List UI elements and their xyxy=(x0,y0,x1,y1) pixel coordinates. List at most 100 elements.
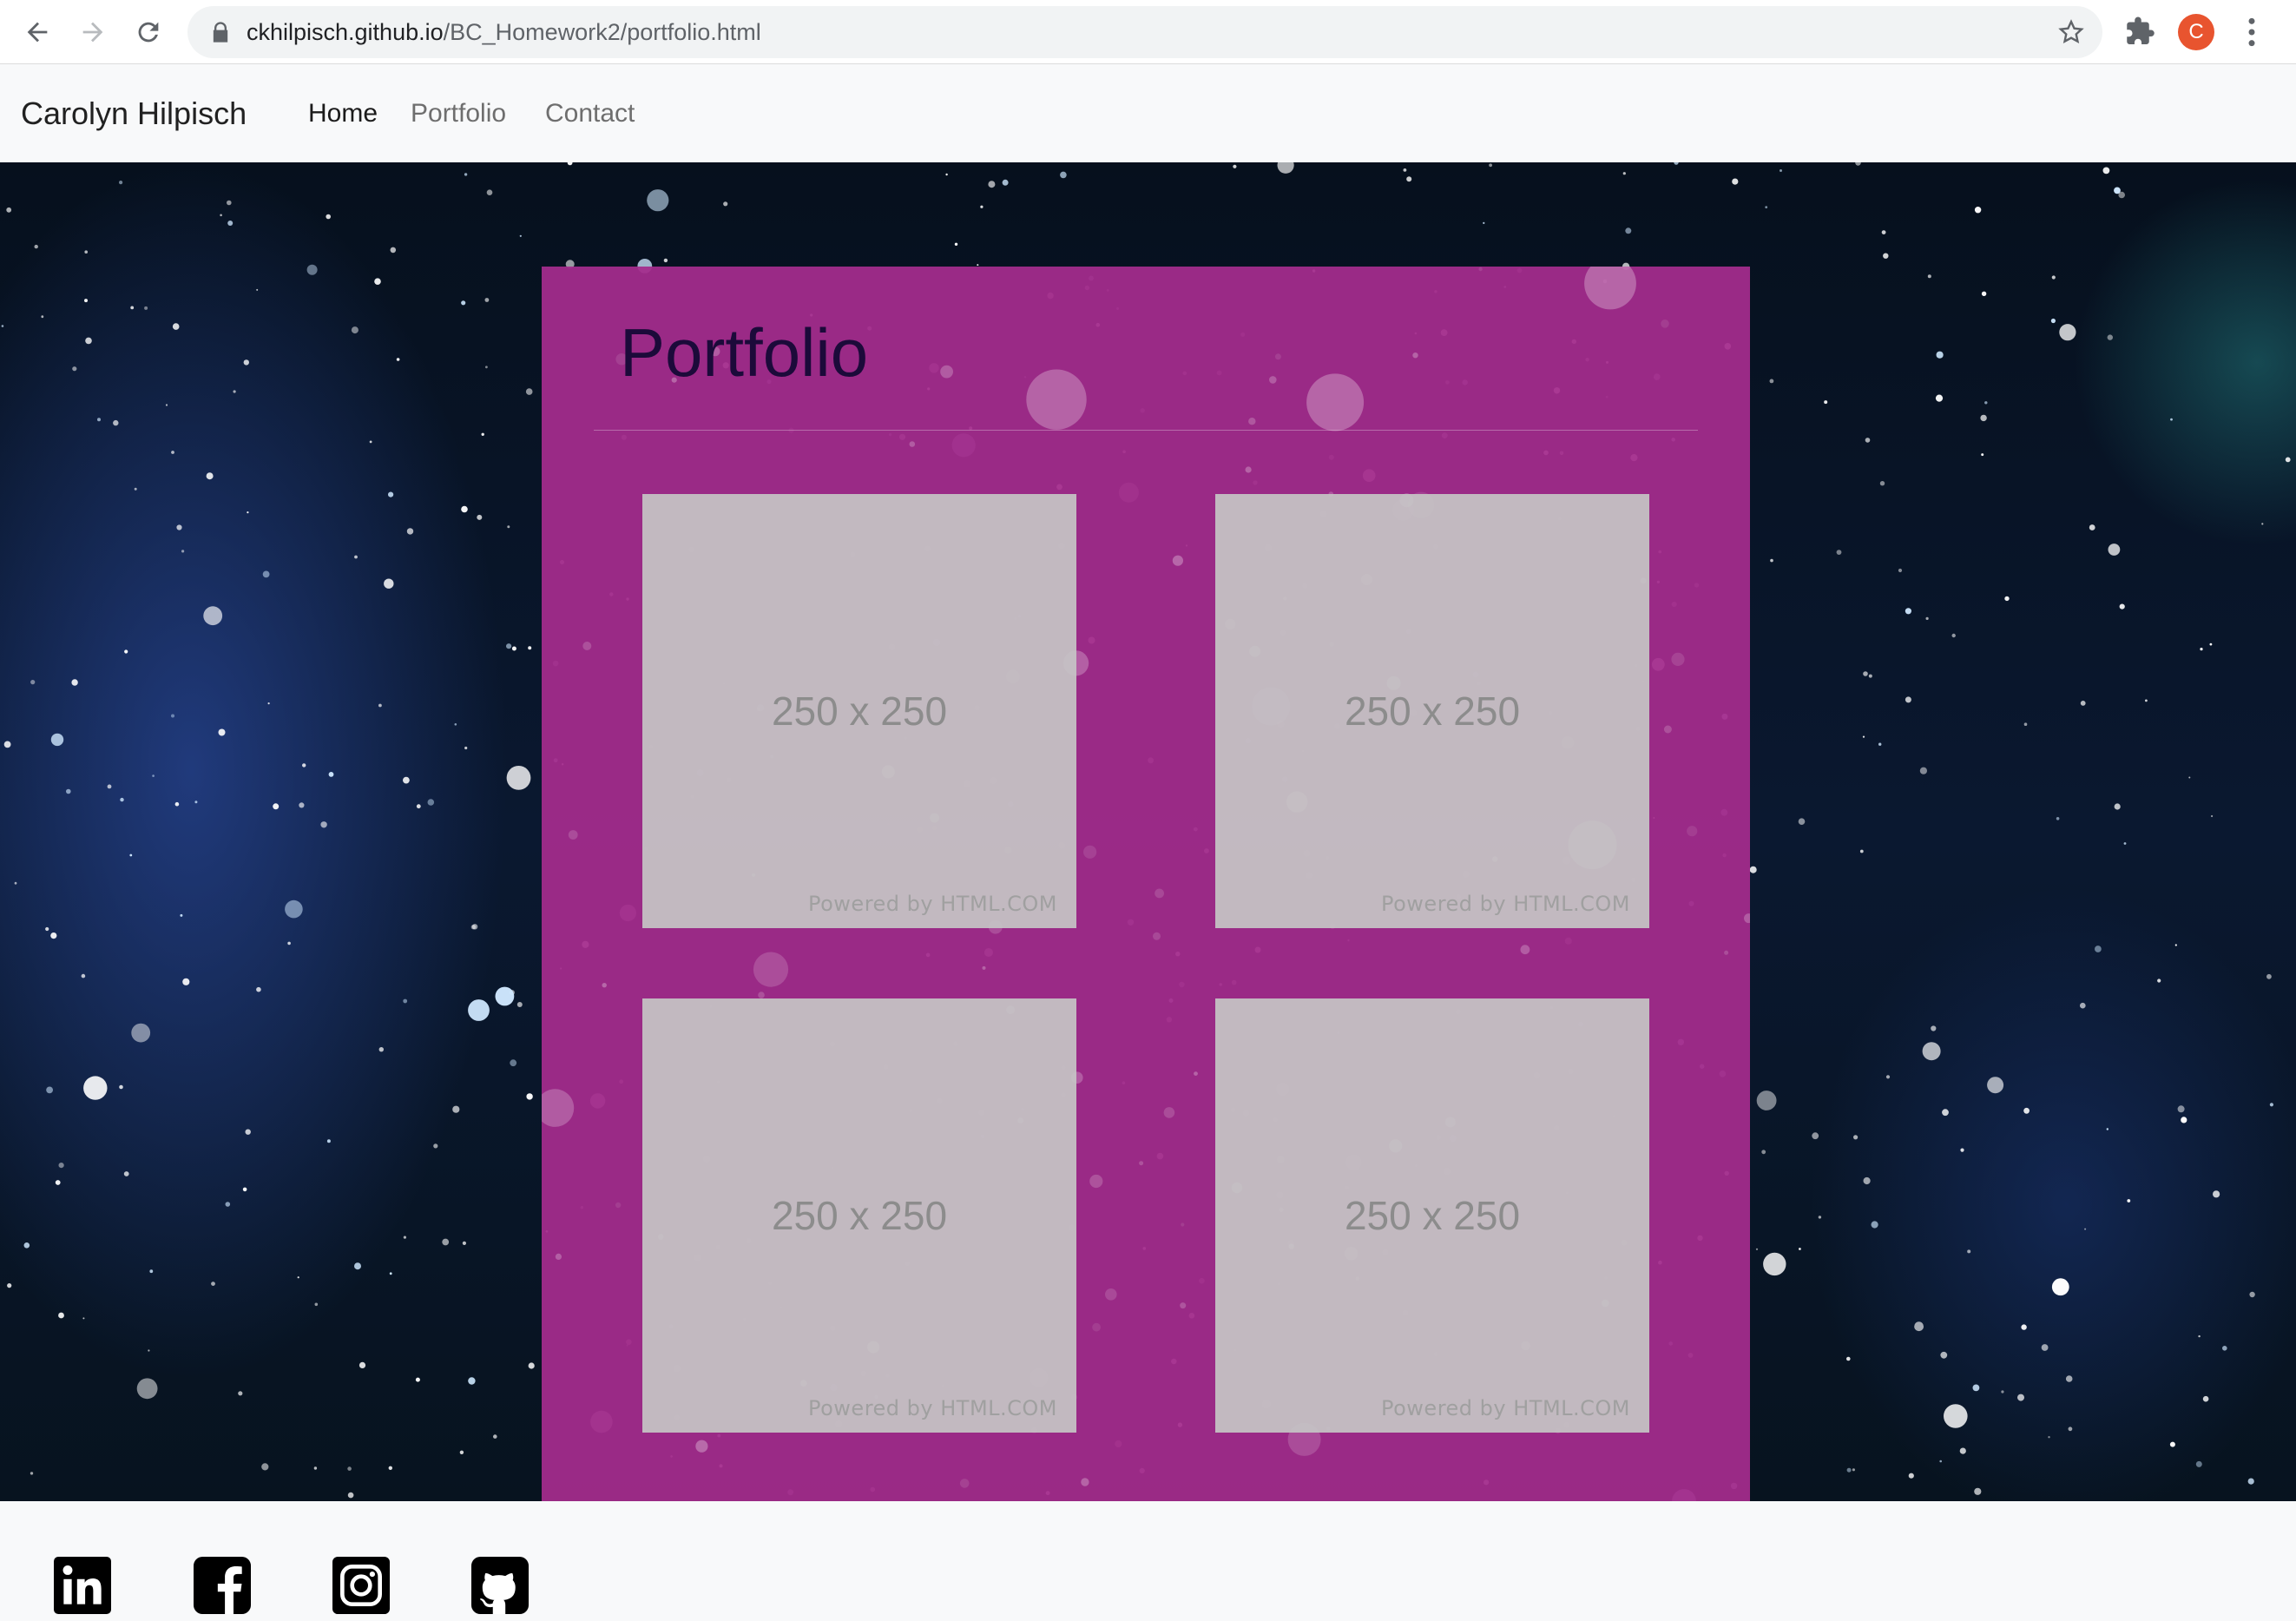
star xyxy=(1406,176,1412,182)
star xyxy=(1984,401,1988,405)
star xyxy=(1824,400,1828,405)
instagram-link[interactable] xyxy=(332,1557,390,1614)
bokeh-dot xyxy=(1274,353,1281,360)
linkedin-link[interactable] xyxy=(54,1557,111,1614)
facebook-link[interactable] xyxy=(194,1557,251,1614)
star xyxy=(2211,814,2214,818)
star xyxy=(211,1282,215,1286)
star xyxy=(1939,1460,1942,1463)
address-bar[interactable]: ckhilpisch.github.io/BC_Homework2/portfo… xyxy=(187,6,2102,58)
star xyxy=(1769,379,1774,384)
forward-button[interactable] xyxy=(73,12,113,52)
star xyxy=(130,306,135,310)
star xyxy=(2080,701,2086,706)
star xyxy=(273,803,280,810)
star xyxy=(389,1272,392,1275)
star xyxy=(314,1302,319,1307)
star xyxy=(1233,164,1237,168)
star xyxy=(1868,674,1872,678)
star xyxy=(462,1241,467,1245)
star xyxy=(203,606,223,626)
portfolio-thumbnail[interactable]: 250 x 250 Powered by HTML.COM xyxy=(1215,998,1649,1433)
star xyxy=(433,1143,438,1149)
star xyxy=(297,1276,299,1279)
star xyxy=(1770,558,1773,563)
star xyxy=(369,440,372,444)
star xyxy=(2050,318,2056,324)
star xyxy=(2269,1103,2273,1107)
star xyxy=(528,1362,535,1369)
star xyxy=(468,1377,476,1385)
star xyxy=(1974,207,1982,214)
nav-link-contact[interactable]: Contact xyxy=(545,64,635,162)
star xyxy=(1987,1077,2004,1094)
extensions-icon[interactable] xyxy=(2125,16,2156,47)
star xyxy=(83,1076,108,1100)
star xyxy=(176,524,182,530)
star xyxy=(225,1202,231,1207)
star xyxy=(233,390,236,393)
profile-avatar[interactable]: C xyxy=(2178,14,2214,50)
bokeh-dot xyxy=(1139,1161,1144,1166)
star xyxy=(2195,1460,2202,1467)
star xyxy=(6,207,12,213)
star xyxy=(954,242,958,246)
starfield-background: Portfolio 250 x 250 Powered by HTML.COM … xyxy=(0,162,2296,1501)
github-link[interactable] xyxy=(471,1557,529,1614)
star xyxy=(50,932,57,939)
bokeh-dot xyxy=(1245,466,1252,473)
star xyxy=(396,358,400,361)
bokeh-dot xyxy=(542,1089,575,1127)
star xyxy=(2266,973,2272,979)
star xyxy=(2202,1395,2209,1402)
url-path: /BC_Homework2/portfolio.html xyxy=(443,19,761,45)
star xyxy=(427,799,435,806)
star xyxy=(120,797,124,802)
star xyxy=(326,1139,331,1143)
star xyxy=(2051,275,2056,280)
portfolio-thumbnail[interactable]: 250 x 250 Powered by HTML.COM xyxy=(642,998,1076,1433)
star xyxy=(1846,1467,1852,1473)
menu-dots-icon[interactable] xyxy=(2240,16,2264,49)
star xyxy=(267,702,270,705)
star xyxy=(2209,642,2213,646)
portfolio-thumbnail[interactable]: 250 x 250 Powered by HTML.COM xyxy=(642,494,1076,928)
star xyxy=(1863,671,1868,676)
bokeh-dot xyxy=(1089,1174,1103,1189)
back-button[interactable] xyxy=(17,12,57,52)
star xyxy=(1885,1075,1891,1079)
star xyxy=(2222,1346,2227,1351)
star xyxy=(647,189,669,212)
star xyxy=(30,1472,34,1475)
back-arrow-icon xyxy=(27,22,48,43)
star xyxy=(1780,169,1782,172)
star xyxy=(506,643,512,649)
star xyxy=(14,881,17,885)
bokeh-dot xyxy=(1584,267,1636,310)
star xyxy=(493,1434,497,1439)
brand-name[interactable]: Carolyn Hilpisch xyxy=(21,64,247,162)
star xyxy=(1277,162,1294,174)
star xyxy=(1972,1384,1980,1392)
star xyxy=(149,1269,154,1274)
star xyxy=(2106,1128,2109,1130)
star xyxy=(1625,227,1632,234)
bokeh-dot xyxy=(1306,373,1365,432)
forward-arrow-icon xyxy=(82,22,103,43)
star xyxy=(3,741,11,748)
nav-link-home[interactable]: Home xyxy=(308,64,378,162)
portfolio-thumbnail[interactable]: 250 x 250 Powered by HTML.COM xyxy=(1215,494,1649,928)
star xyxy=(354,1262,361,1270)
star xyxy=(1852,1468,1855,1472)
star xyxy=(988,181,996,188)
nav-link-portfolio[interactable]: Portfolio xyxy=(411,64,506,162)
url-host: ckhilpisch.github.io xyxy=(247,19,444,45)
github-icon xyxy=(471,1557,529,1614)
star xyxy=(506,766,531,790)
thumbnail-credit: Powered by HTML.COM xyxy=(1381,1396,1630,1420)
star-icon[interactable] xyxy=(2057,18,2085,46)
reload-button[interactable] xyxy=(128,12,168,52)
star xyxy=(2056,817,2060,820)
star xyxy=(1749,866,1757,873)
bokeh-dot xyxy=(602,983,607,988)
